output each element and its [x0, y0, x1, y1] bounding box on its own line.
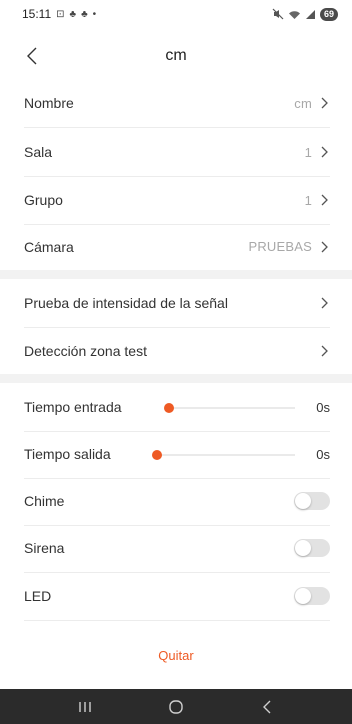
led-toggle[interactable]	[294, 587, 330, 605]
battery-indicator: 69	[319, 7, 338, 21]
row-detection-zone-test[interactable]: Detección zona test	[24, 326, 330, 375]
row-grupo[interactable]: Grupo 1	[24, 176, 330, 225]
row-label: Tiempo entrada	[24, 399, 122, 415]
row-label: Sala	[24, 144, 53, 160]
app-icon: ♣	[81, 8, 88, 20]
row-label: Sirena	[24, 540, 65, 556]
home-icon	[169, 699, 183, 714]
row-label: Tiempo salida	[24, 446, 111, 462]
chevron-right-icon	[321, 146, 328, 158]
row-value: 1	[304, 192, 312, 208]
row-siren: Sirena	[24, 524, 330, 573]
row-exit-time: Tiempo salida 0s	[24, 430, 330, 479]
row-entry-time: Tiempo entrada 0s	[24, 383, 330, 432]
dot-icon: •	[92, 8, 97, 20]
toggle-knob	[295, 540, 311, 556]
slider-value: 0s	[316, 399, 330, 415]
page-title: cm	[165, 47, 187, 64]
chime-toggle[interactable]	[294, 492, 330, 510]
row-label: LED	[24, 588, 52, 604]
back-icon	[262, 700, 271, 713]
chevron-right-icon	[321, 241, 328, 252]
row-nombre[interactable]: Nombre cm	[24, 79, 330, 128]
row-label: Chime	[24, 493, 65, 509]
row-led: LED	[24, 572, 330, 621]
row-camara[interactable]: Cámara PRUEBAS	[24, 222, 330, 271]
chevron-right-icon	[321, 194, 328, 206]
slider-value: 0s	[316, 446, 330, 462]
recents-icon	[79, 701, 92, 712]
entry-time-slider[interactable]	[164, 383, 295, 432]
status-bar: 15:11 ⊡ ♣ ♣ • 69	[0, 0, 352, 28]
signal-icon	[305, 9, 315, 19]
row-label: Prueba de intensidad de la señal	[24, 295, 228, 311]
section-separator	[0, 270, 352, 279]
status-time: 15:11	[22, 7, 52, 21]
row-signal-test[interactable]: Prueba de intensidad de la señal	[24, 279, 330, 328]
row-label: Detección zona test	[24, 342, 147, 359]
siren-toggle[interactable]	[294, 539, 330, 557]
row-value: cm	[294, 95, 312, 111]
toggle-knob	[295, 493, 311, 509]
slider-track	[164, 402, 295, 413]
mute-icon	[272, 8, 284, 20]
section-separator	[0, 374, 352, 383]
slider-thumb[interactable]	[164, 402, 174, 413]
home-button[interactable]	[156, 689, 196, 724]
status-right: 69	[272, 7, 338, 21]
wifi-icon	[288, 10, 300, 19]
slider-thumb[interactable]	[152, 449, 162, 460]
chevron-right-icon	[321, 345, 328, 356]
quit-button[interactable]: Quitar	[0, 640, 352, 670]
chevron-right-icon	[321, 297, 328, 309]
app-icon: ♣	[69, 8, 77, 20]
slider-track	[152, 449, 295, 460]
row-label: Cámara	[24, 238, 74, 255]
row-value: PRUEBAS	[248, 239, 312, 254]
row-sala[interactable]: Sala 1	[24, 128, 330, 177]
nav-header: cm	[0, 34, 352, 78]
row-label: Nombre	[24, 95, 74, 111]
toggle-knob	[295, 588, 311, 604]
row-value: 1	[304, 144, 312, 160]
back-button[interactable]	[18, 42, 46, 70]
chevron-left-icon	[27, 47, 37, 65]
recents-button[interactable]	[65, 689, 105, 724]
exit-time-slider[interactable]	[152, 430, 295, 479]
status-left: 15:11 ⊡ ♣ ♣ •	[22, 7, 96, 21]
row-label: Grupo	[24, 192, 63, 208]
row-chime: Chime	[24, 477, 330, 526]
back-button-system[interactable]	[247, 689, 287, 724]
screenshot-icon: ⊡	[56, 8, 65, 20]
chevron-right-icon	[321, 97, 328, 109]
system-nav-bar	[0, 689, 352, 724]
